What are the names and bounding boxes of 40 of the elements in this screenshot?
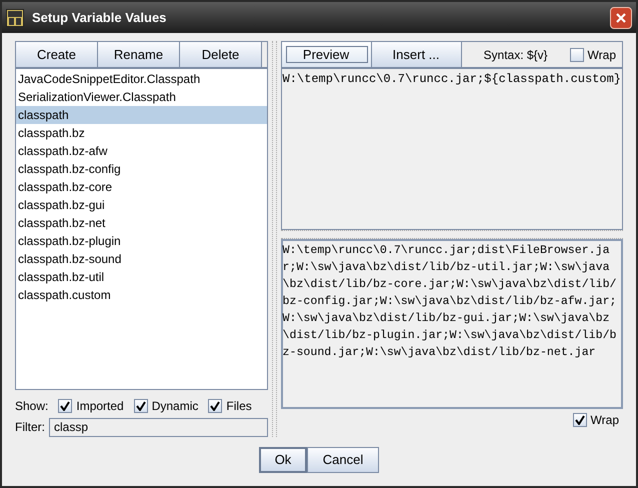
show-label: Show: xyxy=(15,398,48,416)
window-title: Setup Variable Values xyxy=(32,8,168,27)
checkbox[interactable] xyxy=(134,399,148,414)
toolbar-button[interactable]: Insert ... xyxy=(372,42,462,67)
list-item[interactable]: classpath.bz-plugin xyxy=(16,232,267,250)
checkbox-label: Imported xyxy=(76,398,124,416)
list-item[interactable]: classpath xyxy=(16,106,267,124)
list-item[interactable]: classpath.bz-sound xyxy=(16,250,267,268)
app-icon xyxy=(6,8,24,26)
checkbox-label: Files xyxy=(226,398,252,416)
toolbar-button[interactable]: Rename xyxy=(98,42,180,67)
list-item[interactable]: classpath.custom xyxy=(16,286,267,304)
toolbar-button[interactable]: Create xyxy=(16,42,98,67)
list-item[interactable]: classpath.bz-afw xyxy=(16,142,267,160)
checkbox[interactable] xyxy=(208,399,222,414)
list-item[interactable]: classpath.bz-util xyxy=(16,268,267,286)
cancel-button[interactable]: Cancel xyxy=(307,447,379,473)
list-item[interactable]: classpath.bz-net xyxy=(16,214,267,232)
text-editor[interactable]: W:\temp\runcc\0.7\runcc.jar;${classpath.custom} xyxy=(282,71,621,88)
list-item[interactable]: SerializationViewer.Classpath xyxy=(16,88,267,106)
checkbox[interactable] xyxy=(58,399,72,414)
checkbox-label: Wrap xyxy=(590,412,619,429)
list-item[interactable]: classpath.bz xyxy=(16,124,267,142)
ok-button[interactable]: Ok xyxy=(259,447,307,473)
close-button[interactable] xyxy=(610,6,632,28)
checkbox[interactable] xyxy=(570,48,584,62)
checkbox[interactable] xyxy=(572,413,587,427)
list-item[interactable]: classpath.bz-gui xyxy=(16,196,267,214)
preview-text: W:\temp\runcc\0.7\runcc.jar;dist\FileBrowser.jar;W:\sw\java\bz\dist/lib/bz-util.jar;W:\sw\java\bz\dist/lib/bz-core.jar;W:\sw\java\bz\dist/lib/bz-config.jar;W:\sw\java\bz\dist/lib/bz-afw.jar;W:\sw\java\bz\dist/lib/bz-gui.jar;W:\sw\java\bz\dist/lib/bz-plugin.jar;W:\sw\java\bz\dist/lib/bz-sound.jar;W:\sw\java\bz\dist/lib/bz-net.jar xyxy=(282,243,616,361)
toolbar-button[interactable]: Delete xyxy=(180,42,262,67)
close-icon xyxy=(615,12,627,24)
list-item[interactable]: JavaCodeSnippetEditor.Classpath xyxy=(16,70,267,88)
checkbox-label: Wrap xyxy=(588,46,616,64)
filter-field[interactable]: classp xyxy=(49,418,268,437)
checkbox-label: Dynamic xyxy=(152,398,198,416)
filter-label: Filter: xyxy=(15,419,45,436)
list-item[interactable]: classpath.bz-core xyxy=(16,178,267,196)
toolbar-button[interactable]: Preview xyxy=(282,42,372,67)
list-item[interactable]: classpath.bz-config xyxy=(16,160,267,178)
syntax-label: Syntax: ${v} xyxy=(482,46,549,64)
